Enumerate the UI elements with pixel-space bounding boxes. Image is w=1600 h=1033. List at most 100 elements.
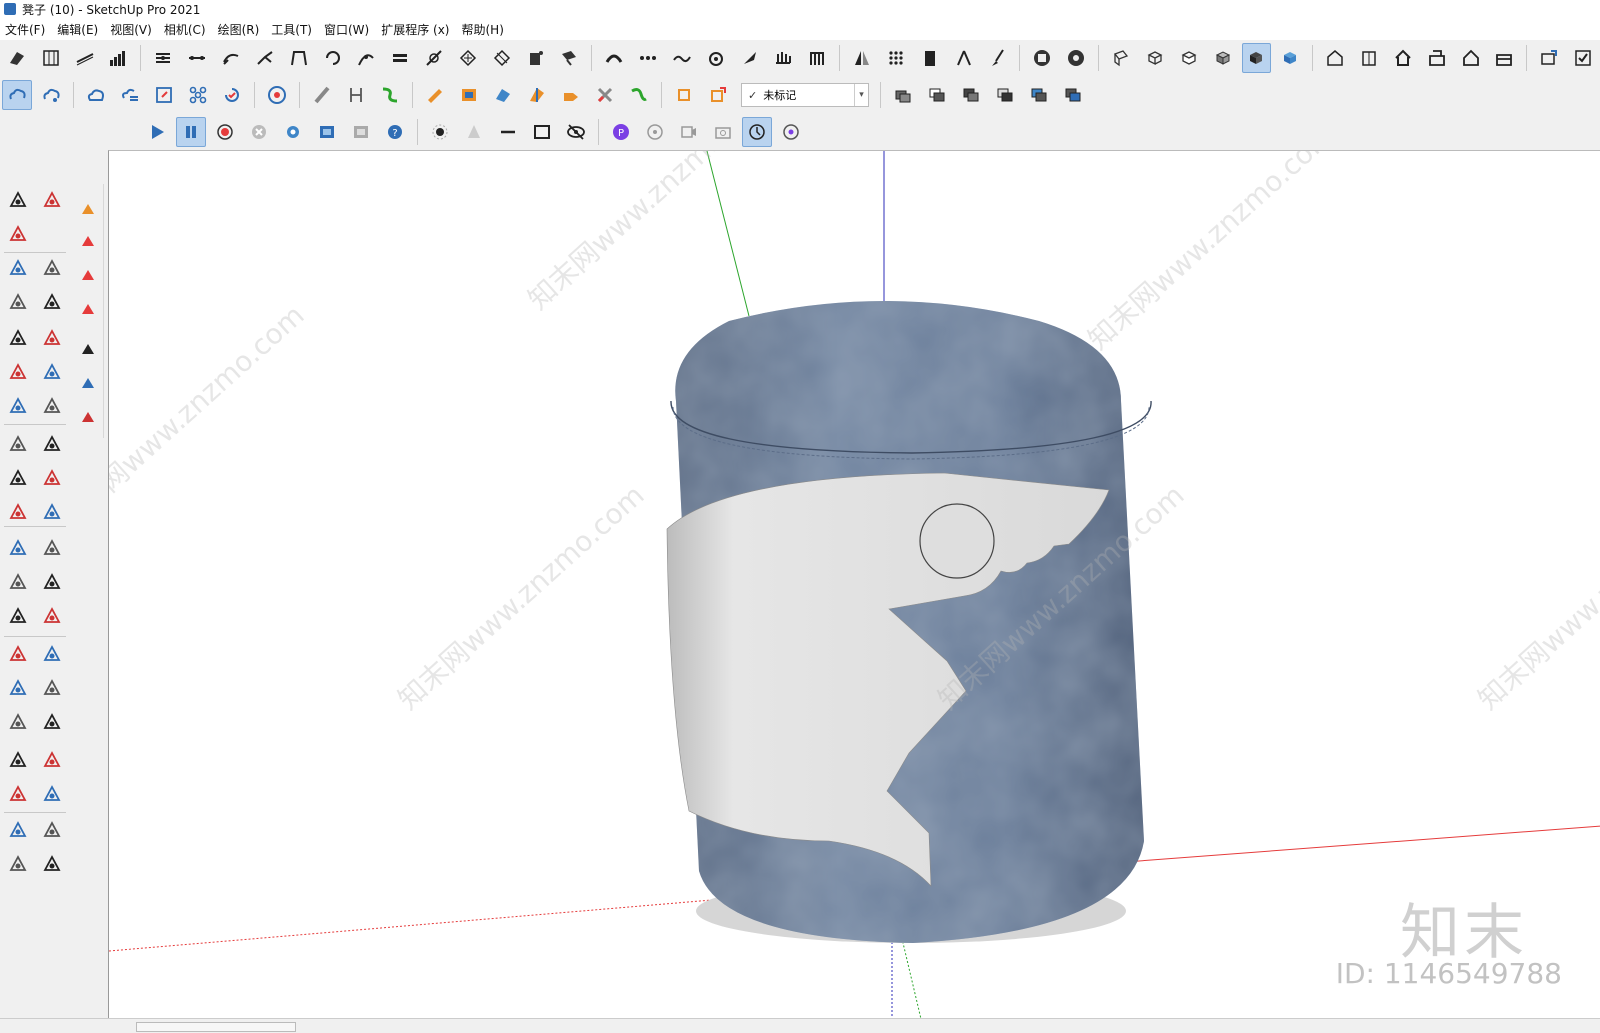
dimension-icon[interactable] [182, 43, 212, 73]
layers-flat-icon[interactable] [385, 43, 415, 73]
orange-beam-icon[interactable] [420, 80, 450, 110]
camera-render-icon[interactable] [708, 117, 738, 147]
front-view-icon[interactable] [1388, 43, 1418, 73]
spline-icon[interactable] [351, 43, 381, 73]
line-tool-icon[interactable] [70, 43, 100, 73]
right-view-icon[interactable] [1422, 43, 1452, 73]
zoom-window-icon[interactable] [38, 674, 66, 702]
grid-panel-icon[interactable] [36, 43, 66, 73]
view-textured-icon[interactable] [1241, 43, 1272, 73]
layer-merge-icon[interactable] [990, 80, 1020, 110]
two-point-arc-icon[interactable] [38, 358, 66, 386]
film-gray-icon[interactable] [346, 117, 376, 147]
tape-measure-icon[interactable] [4, 534, 32, 562]
layer-group-icon[interactable] [956, 80, 986, 110]
left-view-icon[interactable] [1489, 43, 1519, 73]
layer-blue-dark-icon[interactable] [1058, 80, 1088, 110]
flower-settings-icon[interactable] [776, 117, 806, 147]
stop-icon[interactable] [244, 117, 274, 147]
profile-beam-icon[interactable] [307, 80, 337, 110]
curve-arrow-icon[interactable] [216, 43, 246, 73]
dots-line-icon[interactable] [633, 43, 663, 73]
look-around-icon[interactable] [38, 746, 66, 774]
rotate-icon[interactable] [4, 464, 32, 492]
brush-icon[interactable] [983, 43, 1013, 73]
stack-icon[interactable] [148, 43, 178, 73]
eraser-icon[interactable] [4, 220, 32, 248]
orange-rotate-square-icon[interactable] [703, 80, 733, 110]
menu-help[interactable]: 帮助(H) [460, 19, 504, 40]
select-arrow-icon[interactable] [4, 186, 32, 214]
menu-view[interactable]: 视图(V) [109, 19, 153, 40]
chevron-down-icon[interactable]: ▾ [854, 84, 868, 106]
spiral-icon[interactable] [701, 43, 731, 73]
measurement-box[interactable] [136, 1022, 296, 1032]
menu-file[interactable]: 文件(F) [4, 19, 46, 40]
menu-tools[interactable]: 工具(T) [270, 19, 313, 40]
mirror-icon[interactable] [847, 43, 877, 73]
follow-me-icon[interactable] [38, 464, 66, 492]
rectangle-icon[interactable] [4, 288, 32, 316]
diagonal-tool-icon[interactable] [419, 43, 449, 73]
help-icon[interactable]: ? [380, 117, 410, 147]
model-badge-icon[interactable] [1027, 43, 1057, 73]
layer-copy-icon[interactable] [922, 80, 952, 110]
cloud-upload-icon[interactable] [81, 80, 111, 110]
diamond-grid-icon[interactable] [453, 43, 483, 73]
dot-grid-icon[interactable] [881, 43, 911, 73]
model-viewport[interactable]: 知末网www.znzmo.com 知末网www.znzmo.com 知末网www… [108, 150, 1600, 1018]
back-view-icon[interactable] [1456, 43, 1486, 73]
circle-icon[interactable] [4, 324, 32, 352]
diamond-split-icon[interactable] [487, 43, 517, 73]
pencil-icon[interactable] [4, 254, 32, 282]
component-icon[interactable] [74, 370, 102, 398]
wave-line-icon[interactable] [667, 43, 697, 73]
stool-model[interactable] [649, 281, 1169, 961]
scale-icon[interactable] [4, 498, 32, 526]
walk-icon[interactable] [4, 780, 32, 808]
pie-icon[interactable] [38, 392, 66, 420]
dimension-tool-icon[interactable] [38, 534, 66, 562]
menu-camera[interactable]: 相机(C) [163, 19, 207, 40]
arc-icon[interactable] [4, 358, 32, 386]
view-mono-icon[interactable] [1275, 43, 1305, 73]
menu-edit[interactable]: 编辑(E) [56, 19, 99, 40]
render-toggle-icon[interactable] [742, 117, 772, 147]
layer-stack-icon[interactable] [888, 80, 918, 110]
film-icon[interactable] [312, 117, 342, 147]
columns-icon[interactable] [802, 43, 832, 73]
extrude-icon[interactable] [2, 43, 32, 73]
view-shaded-icon[interactable] [1208, 43, 1238, 73]
three-point-arc-icon[interactable] [4, 392, 32, 420]
orange-square-icon[interactable] [669, 80, 699, 110]
protractor-icon[interactable] [4, 568, 32, 596]
rect-light-icon[interactable] [527, 117, 557, 147]
checkbox-icon[interactable] [1568, 43, 1598, 73]
select-arrow-icon[interactable] [74, 336, 102, 364]
top-view-icon[interactable] [1354, 43, 1384, 73]
ruby-plugin-icon[interactable] [74, 262, 102, 290]
record-icon[interactable] [210, 117, 240, 147]
freehand-icon[interactable] [38, 254, 66, 282]
camera-badge-icon[interactable] [1061, 43, 1091, 73]
path-follow-icon[interactable] [375, 80, 405, 110]
settings-gear-icon[interactable] [278, 117, 308, 147]
compass-icon[interactable] [949, 43, 979, 73]
tag-dropdown[interactable]: ✓ 未标记 ▾ [741, 83, 869, 107]
export-icon[interactable] [1534, 43, 1564, 73]
zoom-extents-icon[interactable] [4, 708, 32, 736]
chrome-icon[interactable] [262, 80, 292, 110]
sandbox-contours-icon[interactable] [4, 816, 32, 844]
node-network-icon[interactable] [183, 80, 213, 110]
rotated-rect-icon[interactable] [38, 288, 66, 316]
view-iso-icon[interactable] [1106, 43, 1136, 73]
stamp-icon[interactable] [38, 850, 66, 878]
comb-icon[interactable] [769, 43, 799, 73]
upload-plugin-icon[interactable] [74, 228, 102, 256]
spot-light-icon[interactable] [459, 117, 489, 147]
layer-blue-icon[interactable] [1024, 80, 1054, 110]
point-light-icon[interactable] [425, 117, 455, 147]
blue-shape-icon[interactable] [488, 80, 518, 110]
offset-icon[interactable] [38, 498, 66, 526]
section-plane-icon[interactable] [38, 780, 66, 808]
